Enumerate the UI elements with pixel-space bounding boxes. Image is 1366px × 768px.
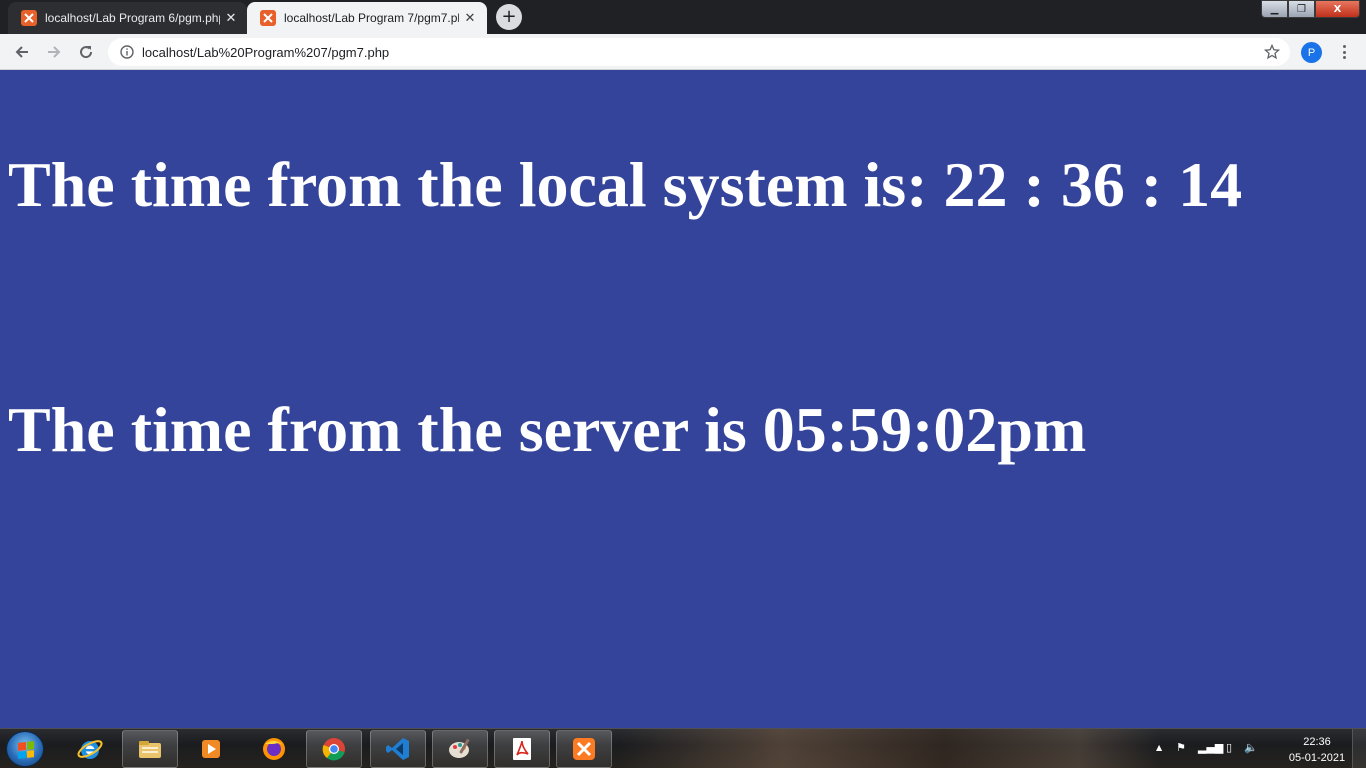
xampp-favicon-icon (21, 10, 37, 26)
chrome-icon[interactable] (306, 730, 362, 768)
tab-lab-program-6[interactable]: localhost/Lab Program 6/pgm.php ✕ (8, 2, 247, 34)
tab-title: localhost/Lab Program 6/pgm.php (45, 11, 220, 25)
clock-time: 22:36 (1303, 736, 1331, 748)
forward-button[interactable] (43, 41, 65, 63)
show-desktop-button[interactable] (1352, 729, 1366, 768)
forward-arrow-icon (48, 46, 61, 58)
tab-strip: localhost/Lab Program 6/pgm.php ✕ localh… (0, 0, 1366, 34)
browser-toolbar: localhost/Lab%20Program%207/pgm7.php P (0, 34, 1366, 70)
close-window-button[interactable]: X (1315, 0, 1360, 18)
battery-icon[interactable]: ▯ (1226, 741, 1232, 754)
close-tab-icon[interactable]: ✕ (462, 11, 478, 26)
server-time-heading: The time from the server is 05:59:02pm (8, 394, 1087, 465)
address-bar[interactable]: localhost/Lab%20Program%207/pgm7.php (108, 38, 1290, 66)
tab-title: localhost/Lab Program 7/pgm7.php (284, 11, 459, 25)
maximize-button[interactable]: ❐ (1288, 0, 1315, 18)
network-signal-icon[interactable]: ▂▄▆ (1198, 741, 1223, 754)
action-center-flag-icon[interactable]: ⚑ (1176, 741, 1186, 754)
media-player-icon[interactable] (183, 730, 239, 768)
info-icon[interactable] (120, 45, 134, 59)
volume-icon[interactable]: 🔈 (1244, 741, 1258, 754)
reload-icon (80, 46, 93, 59)
local-time-heading: The time from the local system is: 22 : … (8, 149, 1243, 220)
window-controls: ▁ ❐ X (1261, 0, 1360, 18)
vscode-icon[interactable] (370, 730, 426, 768)
back-arrow-icon (15, 46, 28, 58)
clock[interactable]: 22:36 05-01-2021 (1282, 734, 1352, 766)
show-hidden-icons-icon[interactable]: ▲ (1156, 743, 1162, 752)
url-text[interactable]: localhost/Lab%20Program%207/pgm7.php (142, 45, 389, 60)
minimize-button[interactable]: ▁ (1261, 0, 1288, 18)
bookmark-star-icon[interactable] (1264, 44, 1280, 60)
page-content: The time from the local system is: 22 : … (0, 71, 1366, 728)
firefox-icon[interactable] (246, 730, 302, 768)
plus-icon: + (501, 6, 517, 27)
profile-avatar[interactable]: P (1301, 42, 1322, 63)
start-button[interactable] (6, 731, 44, 767)
browser-menu-icon[interactable] (1338, 43, 1350, 61)
windows-logo-icon (18, 741, 34, 759)
file-explorer-icon[interactable] (122, 730, 178, 768)
taskbar: ▲ ⚑ ▂▄▆ ▯ 🔈 22:36 05-01-2021 (0, 728, 1366, 768)
reload-button[interactable] (75, 41, 97, 63)
back-button[interactable] (11, 41, 33, 63)
acrobat-reader-icon[interactable] (494, 730, 550, 768)
xampp-favicon-icon (260, 10, 276, 26)
internet-explorer-icon[interactable] (62, 730, 118, 768)
paint-icon[interactable] (432, 730, 488, 768)
xampp-icon[interactable] (556, 730, 612, 768)
system-tray: ▲ ⚑ ▂▄▆ ▯ 🔈 22:36 05-01-2021 (1146, 729, 1366, 768)
close-tab-icon[interactable]: ✕ (223, 11, 239, 26)
clock-date: 05-01-2021 (1288, 752, 1346, 764)
new-tab-button[interactable]: + (496, 4, 522, 30)
tab-lab-program-7[interactable]: localhost/Lab Program 7/pgm7.php ✕ (247, 2, 487, 34)
